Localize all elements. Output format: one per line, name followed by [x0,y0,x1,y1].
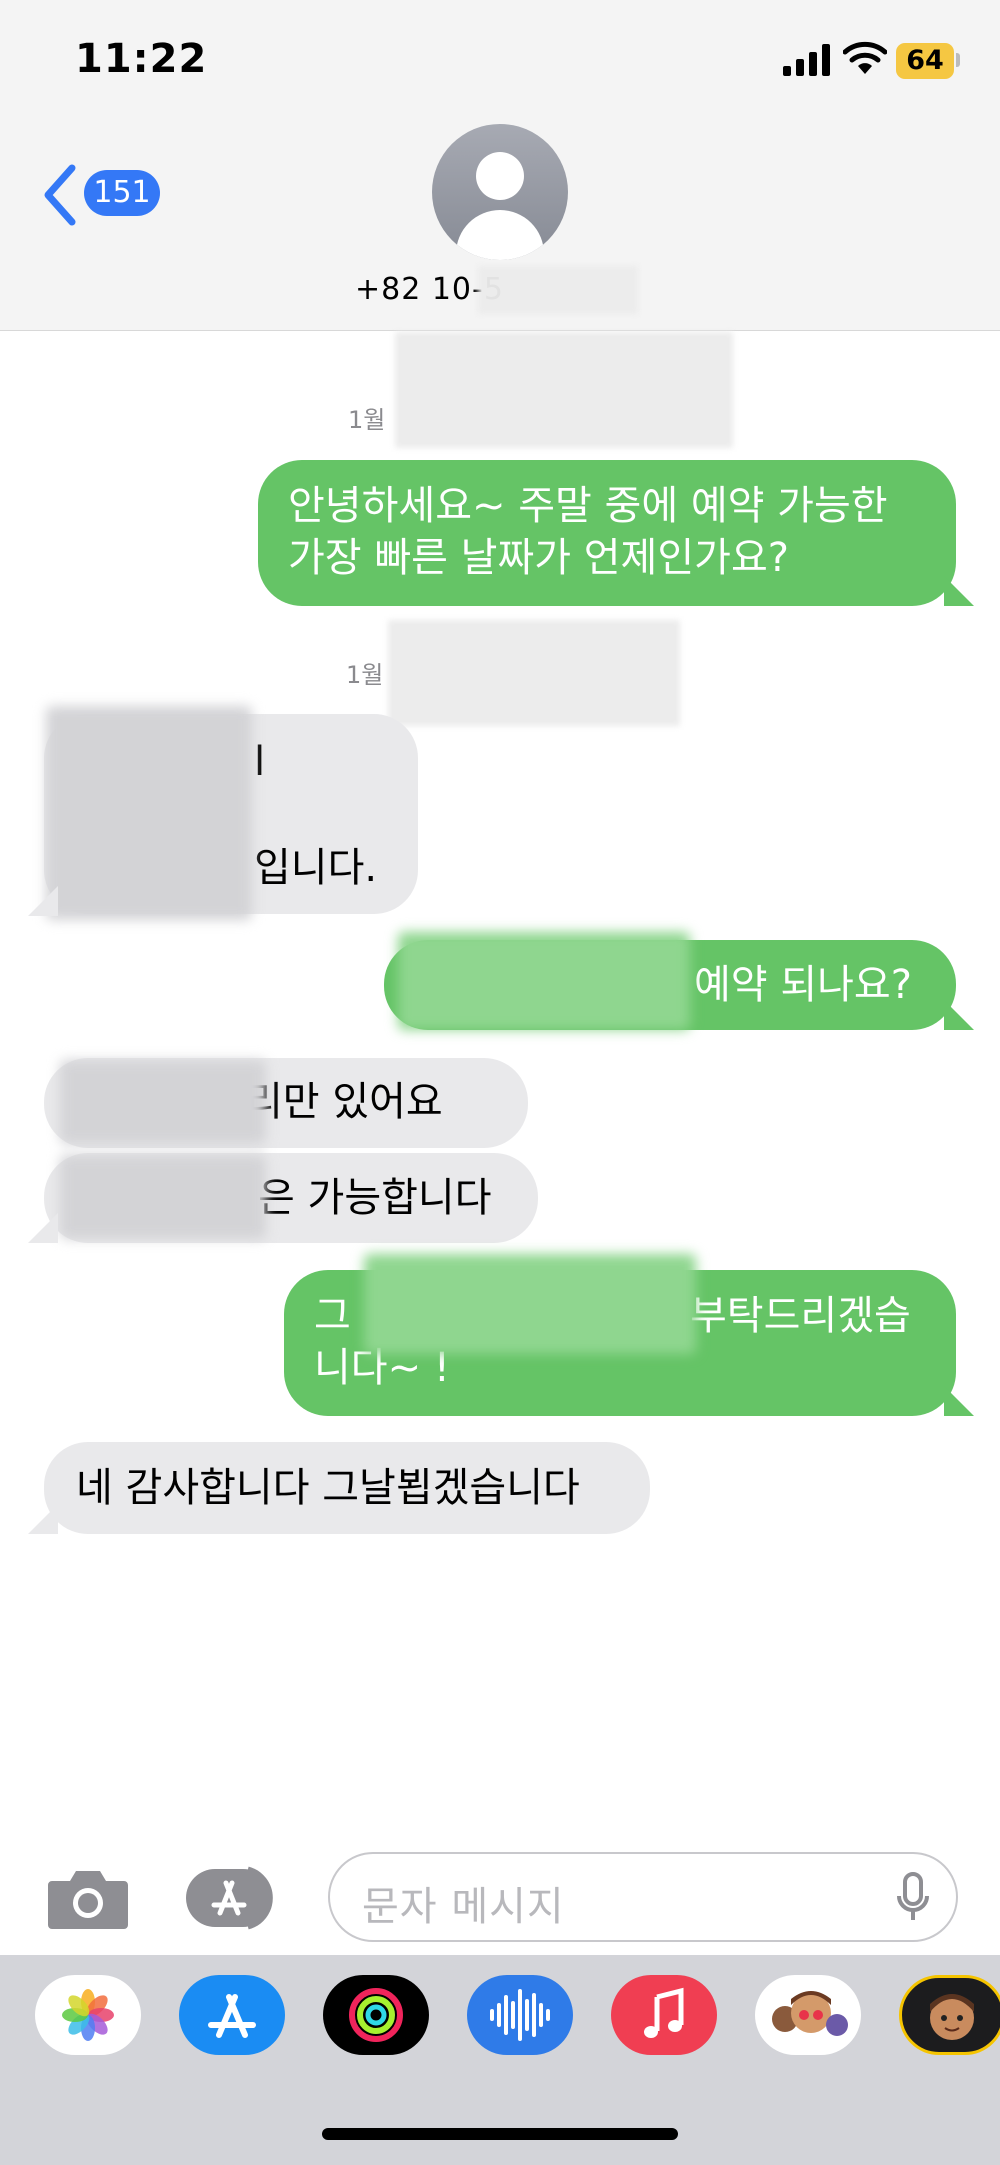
fitness-icon[interactable] [323,1975,429,2055]
message-line: 은 가능합니다 [258,1175,492,1221]
avatar-body [456,210,544,260]
camera-icon[interactable] [46,1865,130,1931]
chevron-left-icon[interactable] [42,160,82,230]
contact-avatar[interactable] [432,124,568,260]
cellular-signal-icon [783,44,831,76]
bubble-tail [944,1000,974,1030]
back-button-badge[interactable]: 151 [84,170,160,216]
incoming-message[interactable]: 네 감사합니다 그날뵙겠습니다 [44,1442,650,1534]
message-line: 입니다. [254,845,378,891]
app-store-icon[interactable] [186,1865,282,1931]
timestamp: 1월 [348,406,386,434]
bubble-tail [28,1213,58,1243]
redacted-content [60,1155,266,1239]
battery-indicator: 64 [896,43,954,79]
message-line: l [254,739,266,785]
voice-memos-icon[interactable] [467,1975,573,2055]
wifi-icon [843,41,887,74]
memoji-icon[interactable] [899,1975,1000,2055]
redacted-content [364,1254,696,1354]
redacted-number [478,266,638,314]
redacted-timestamp [395,332,733,448]
outgoing-message[interactable]: 안녕하세요~ 주말 중에 예약 가능한 가장 빠른 날짜가 언제인가요? [258,460,956,606]
microphone-icon[interactable] [896,1872,930,1924]
app-store-icon[interactable] [179,1975,285,2055]
memoji-stickers-icon[interactable] [755,1975,861,2055]
status-time: 11:22 [75,36,208,82]
bubble-tail [28,886,58,916]
redacted-content [398,932,690,1030]
message-line: 리만 있어요 [246,1079,443,1125]
music-icon[interactable] [611,1975,717,2055]
message-placeholder: 문자 메시지 [362,1884,565,1930]
message-input[interactable]: 문자 메시지 [328,1852,958,1942]
message-line: 네 감사합니다 그날뵙겠습니다 [76,1465,580,1511]
message-line: 안녕하세요~ 주말 중에 예약 가능한 [288,483,888,529]
message-line: 가장 빠른 날짜가 언제인가요? [288,535,789,581]
photos-icon[interactable] [35,1975,141,2055]
redacted-timestamp [388,620,680,726]
message-line: 부탁드리겠습 [690,1293,911,1339]
bubble-tail [28,1504,58,1534]
battery-tip [956,53,960,67]
redacted-content [46,706,252,920]
redacted-content [60,1060,266,1144]
bubble-tail [944,576,974,606]
bubble-tail [944,1386,974,1416]
timestamp: 1월 [346,661,384,689]
message-line: 그 [314,1293,351,1339]
avatar-head [476,152,524,200]
home-indicator[interactable] [322,2128,678,2140]
message-line: 예약 되나요? [694,962,912,1008]
